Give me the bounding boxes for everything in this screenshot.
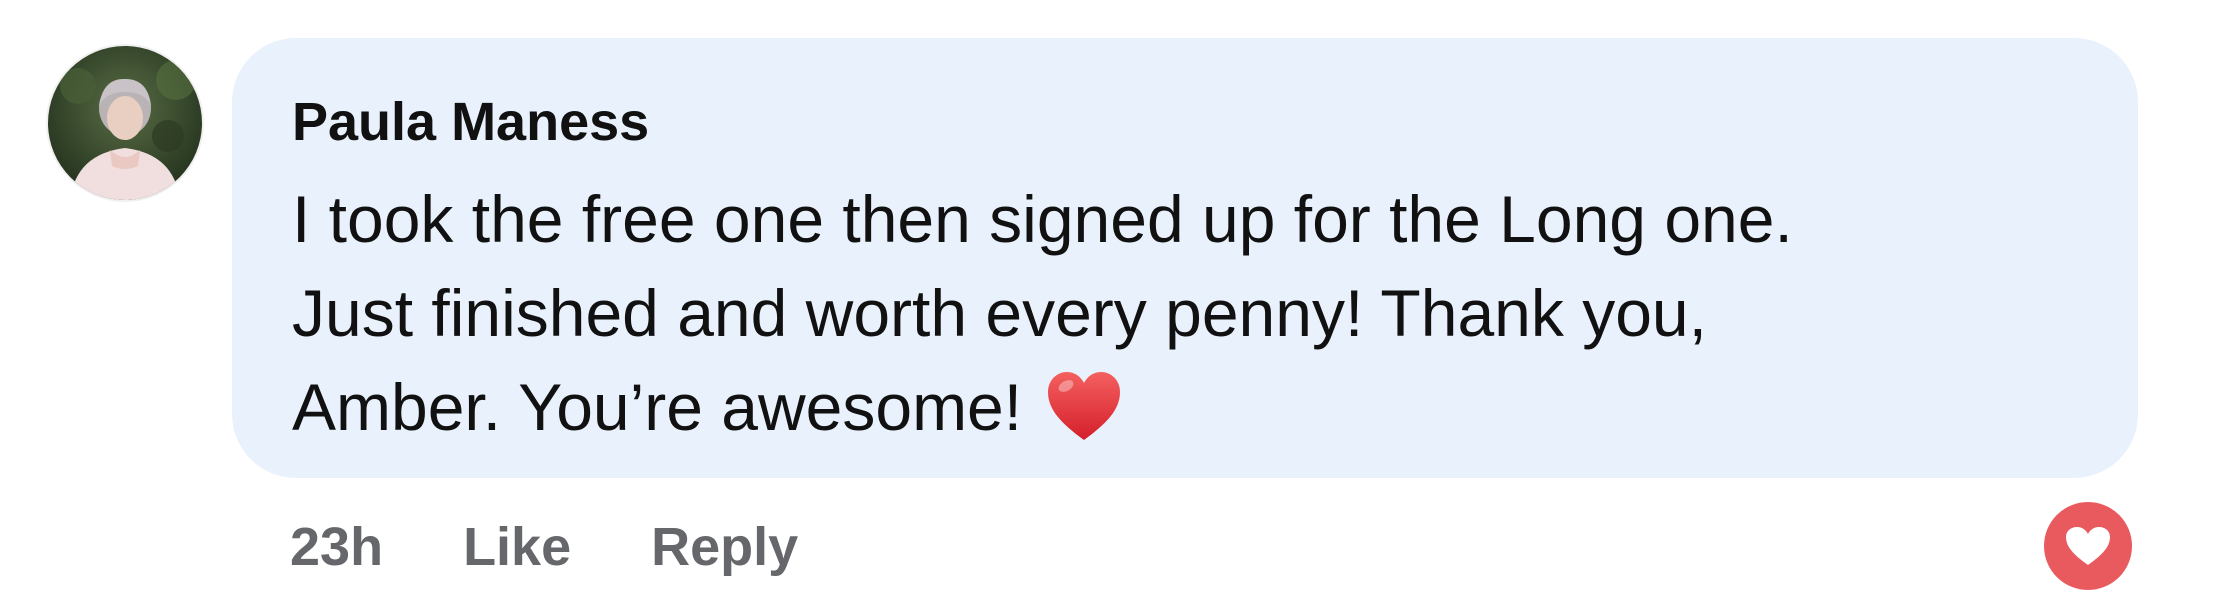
avatar-image (48, 46, 202, 200)
comment-text-line-1: I took the free one then signed up for t… (292, 182, 1793, 256)
like-button[interactable]: Like (463, 516, 571, 578)
comment-bubble: Paula Maness I took the free one then si… (232, 38, 2138, 478)
reply-button[interactable]: Reply (651, 516, 798, 578)
comment-author[interactable]: Paula Maness (292, 86, 2078, 158)
red-heart-icon (1048, 372, 1121, 440)
comment-text-line-3: Amber. You’re awesome! (292, 360, 1992, 454)
comment-text: I took the free one then signed up for t… (292, 172, 1992, 454)
comment-timestamp[interactable]: 23h (290, 516, 383, 578)
comment-item: Paula Maness I took the free one then si… (0, 0, 2220, 594)
comment-text-line-3-text: Amber. You’re awesome! (292, 370, 1023, 444)
comment-text-line-2: Just finished and worth every penny! Tha… (292, 276, 1707, 350)
comment-actions: 23h Like Reply (290, 510, 798, 584)
avatar[interactable] (48, 46, 202, 200)
love-reaction-badge[interactable] (2040, 498, 2136, 594)
love-reaction-icon (2066, 527, 2110, 565)
